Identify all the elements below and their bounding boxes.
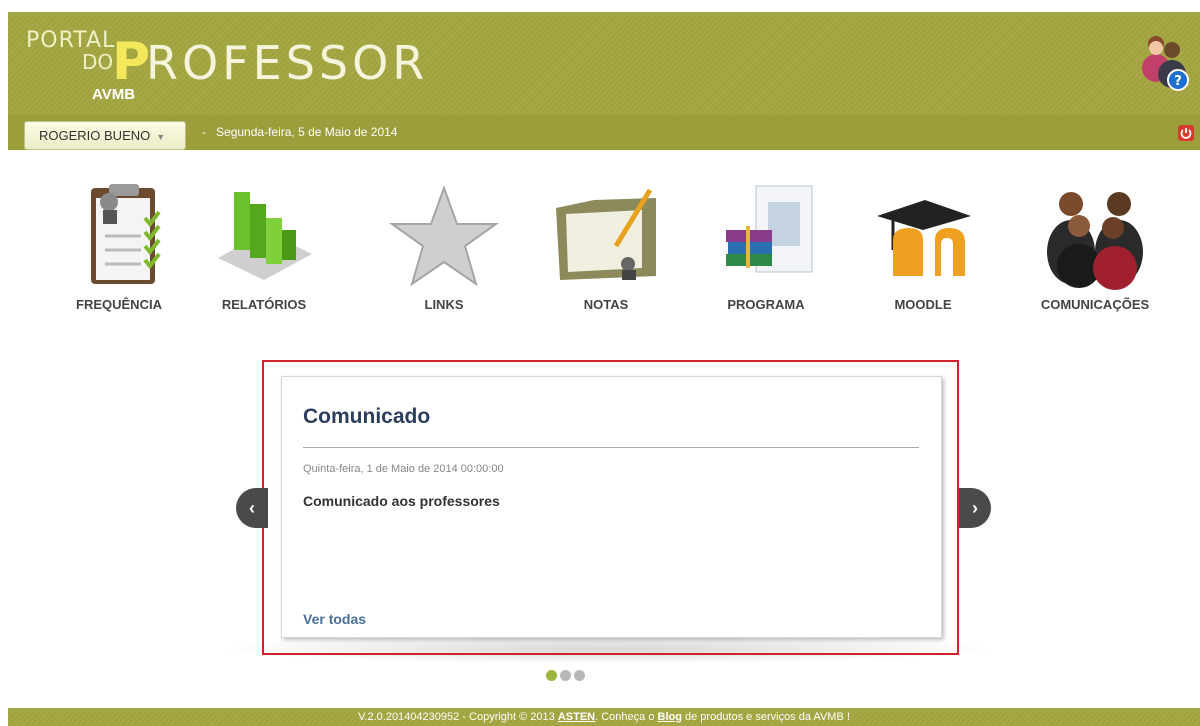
carousel-dot-2[interactable] [560, 670, 571, 681]
footer-text-suffix: de produtos e serviços da AVMB ! [681, 711, 850, 723]
menu-label: FREQUÊNCIA [76, 297, 162, 312]
menu-label: RELATÓRIOS [221, 297, 307, 312]
notice-title: Comunicado [303, 405, 431, 428]
menu-item-frequencia[interactable]: FREQUÊNCIA [44, 180, 194, 312]
carousel-dot-3[interactable] [574, 670, 585, 681]
page-frame: PORTAL DO P ROFESSOR AVMB ? ROGERIO BUEN… [8, 12, 1200, 726]
notice-date: Quinta-feira, 1 de Maio de 2014 00:00:00 [303, 463, 504, 475]
asten-link[interactable]: ASTEN [558, 711, 595, 723]
svg-text:?: ? [1174, 74, 1182, 89]
moodle-icon [877, 200, 971, 276]
menu-item-moodle[interactable]: MOODLE [848, 180, 998, 312]
menu-item-links[interactable]: LINKS [369, 180, 519, 312]
carousel-next-button[interactable]: › [959, 488, 991, 528]
main-menu: FREQUÊNCIA RELATÓRIOS LINKS NOTAS PROGRA… [8, 180, 1200, 320]
books-program-icon [726, 185, 813, 273]
menu-label: LINKS [424, 297, 464, 312]
user-bar: ROGERIO BUENO ▼ - Segunda-feira, 5 de Mai… [8, 115, 1200, 150]
reports-bars-icon [218, 192, 312, 280]
menu-label: COMUNICAÇÕES [1040, 297, 1150, 312]
menu-item-notas[interactable]: NOTAS [531, 180, 681, 312]
date-separator: - [202, 125, 206, 139]
carousel-dot-1[interactable] [546, 670, 557, 681]
logout-power-icon[interactable] [1178, 125, 1194, 141]
notice-body: Comunicado aos professores [303, 493, 500, 509]
attendance-clipboard-icon [91, 184, 161, 284]
menu-label: NOTAS [583, 297, 629, 312]
menu-label: PROGRAMA [727, 297, 805, 312]
header: PORTAL DO P ROFESSOR AVMB ? [8, 12, 1200, 115]
carousel-pagination [546, 668, 588, 681]
date-value: Segunda-feira, 5 de Maio de 2014 [216, 125, 398, 139]
notice-divider [303, 447, 919, 448]
user-name: ROGERIO BUENO [39, 128, 151, 143]
blog-link[interactable]: Blog [658, 711, 682, 723]
logo-professor-text: ROFESSOR [146, 36, 429, 90]
chevron-down-icon: ▼ [156, 132, 166, 142]
footer: V.2.0.201404230952 - Copyright © 2013 AS… [8, 708, 1200, 726]
logo-p-text: P [112, 32, 151, 92]
menu-item-relatorios[interactable]: RELATÓRIOS [189, 180, 339, 312]
menu-label: MOODLE [894, 297, 952, 312]
footer-text-mid: . Conheça o [595, 711, 658, 723]
footer-version-copyright: V.2.0.201404230952 - Copyright © 2013 [358, 711, 558, 723]
grades-folder-icon [556, 188, 656, 280]
logo-avmb-text: AVMB [92, 86, 136, 103]
menu-item-programa[interactable]: PROGRAMA [691, 180, 841, 312]
menu-item-comunicacoes[interactable]: COMUNICAÇÕES [1020, 180, 1170, 312]
people-communications-icon [1047, 192, 1143, 290]
help-users-icon[interactable]: ? [1140, 32, 1190, 92]
carousel-prev-button[interactable]: ‹ [236, 488, 268, 528]
star-icon [388, 185, 500, 287]
logo-do-text: DO [82, 50, 114, 74]
user-dropdown[interactable]: ROGERIO BUENO ▼ [24, 121, 186, 150]
current-date: - Segunda-feira, 5 de Maio de 2014 [202, 125, 397, 139]
notice-card: Comunicado Quinta-feira, 1 de Maio de 20… [281, 376, 942, 638]
see-all-link[interactable]: Ver todas [303, 611, 366, 627]
portal-logo[interactable]: PORTAL DO P ROFESSOR AVMB [22, 20, 482, 103]
